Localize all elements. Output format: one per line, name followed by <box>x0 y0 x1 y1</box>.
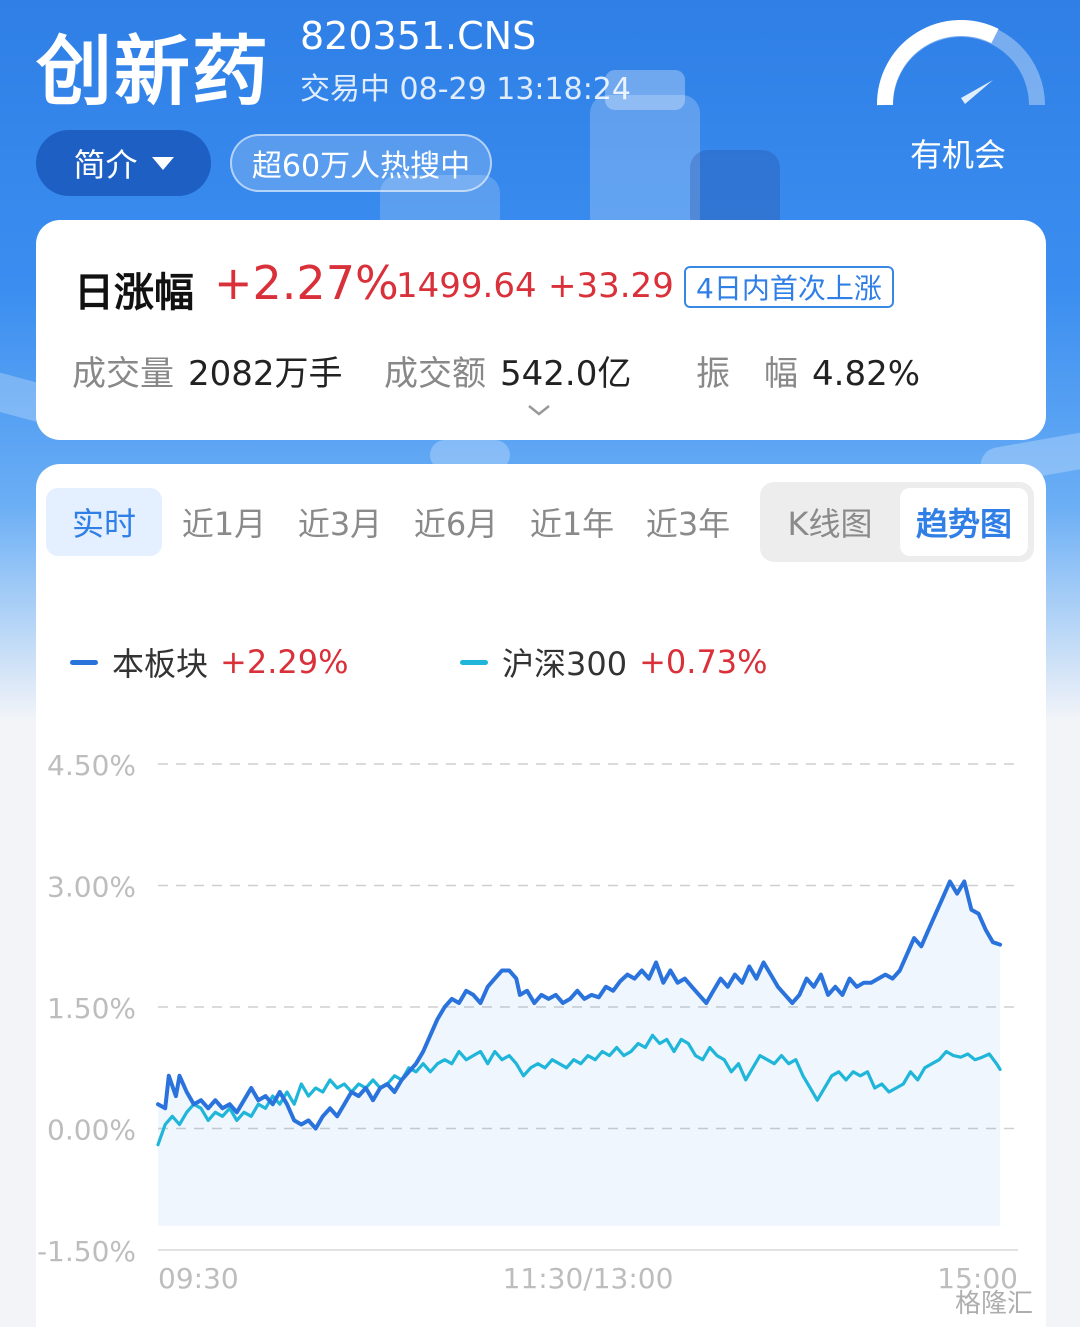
price-change: +33.29 <box>548 266 674 306</box>
gauge-label: 有机会 <box>910 136 1007 174</box>
hot-search-badge[interactable]: 超60万人热搜中 <box>230 134 492 192</box>
caret-down-icon <box>151 156 174 170</box>
tab-6-month[interactable]: 近6月 <box>400 488 512 556</box>
chart-card: 实时 近1月 近3月 近6月 近1年 近3年 K线图 趋势图 本板块 +2.29… <box>36 464 1046 1327</box>
chevron-down-icon[interactable] <box>526 398 552 424</box>
sector-title: 创新药 <box>36 27 270 116</box>
legend-value: +0.73% <box>639 643 768 681</box>
volume-label: 成交量 <box>72 354 174 394</box>
chart-type-toggle: K线图 趋势图 <box>760 482 1034 562</box>
volume-value: 2082万手 <box>188 354 343 394</box>
amount-label: 成交额 <box>384 354 486 394</box>
trend-chart-option[interactable]: 趋势图 <box>900 488 1028 556</box>
tab-1-month[interactable]: 近1月 <box>168 488 280 556</box>
daily-change-label: 日涨幅 <box>74 270 194 316</box>
volume-metric: 成交量 2082万手 <box>72 346 343 395</box>
intro-dropdown-button[interactable]: 简介 <box>36 130 211 196</box>
amount-metric: 成交额 542.0亿 <box>384 346 631 395</box>
intro-button-label: 简介 <box>73 146 138 184</box>
bottle-graphic <box>590 95 700 235</box>
amount-value: 542.0亿 <box>500 354 632 394</box>
daily-change-pct: +2.27% <box>214 256 399 310</box>
amplitude-value: 4.82% <box>812 354 921 394</box>
legend-name: 沪深300 <box>502 645 628 683</box>
legend-name: 本板块 <box>112 645 209 683</box>
kline-chart-option[interactable]: K线图 <box>766 488 894 556</box>
watermark: 格隆汇 <box>955 1289 1034 1319</box>
tab-realtime[interactable]: 实时 <box>46 488 162 556</box>
tab-3-month[interactable]: 近3月 <box>284 488 396 556</box>
amplitude-metric: 振 幅 4.82% <box>696 346 920 395</box>
summary-card: 日涨幅 +2.27% 1499.64 +33.29 4日内首次上涨 成交量 208… <box>36 220 1046 440</box>
legend-value: +2.29% <box>220 643 349 681</box>
tab-1-year[interactable]: 近1年 <box>516 488 628 556</box>
legend-swatch <box>70 659 98 665</box>
index-price: 1499.64 <box>396 266 537 306</box>
amplitude-label: 振 幅 <box>696 354 798 394</box>
legend-item-csi300: 沪深300 +0.73% <box>460 639 768 685</box>
first-rise-badge: 4日内首次上涨 <box>684 266 894 308</box>
trading-status: 交易中 08-29 13:18:24 <box>300 72 631 107</box>
tab-3-year[interactable]: 近3年 <box>632 488 744 556</box>
sector-code: 820351.CNS <box>300 14 537 58</box>
legend-swatch <box>460 659 488 665</box>
legend-item-sector: 本板块 +2.29% <box>70 639 348 685</box>
opportunity-gauge-icon[interactable] <box>875 20 1047 120</box>
